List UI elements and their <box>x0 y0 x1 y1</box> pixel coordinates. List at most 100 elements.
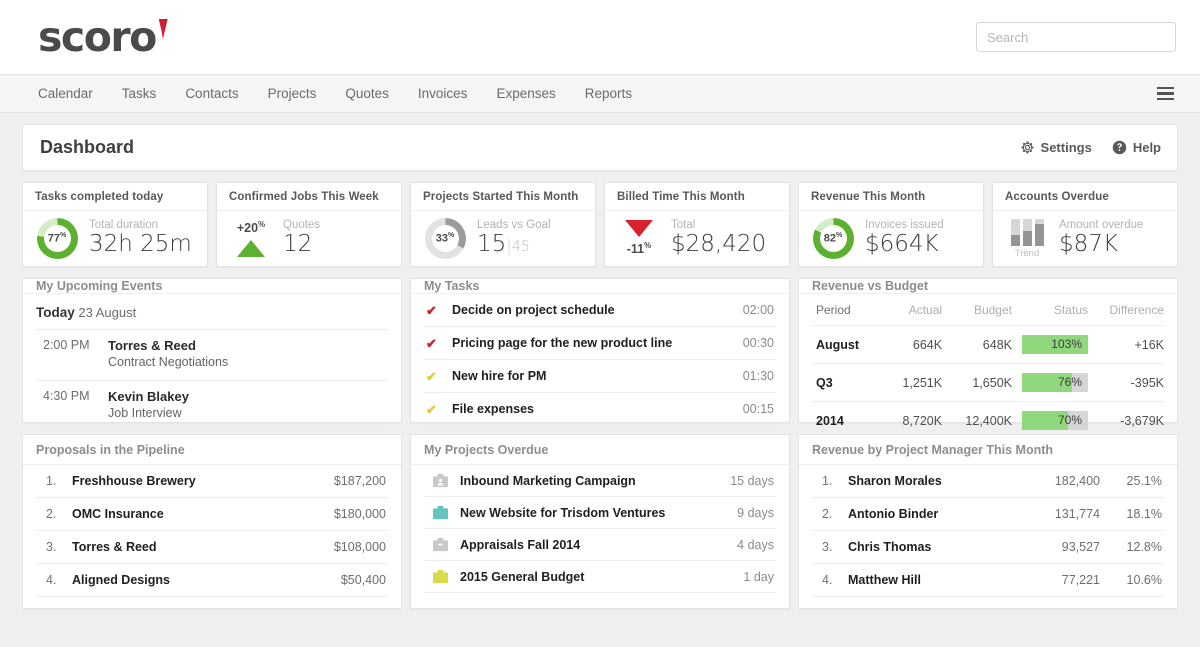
project-name: 2015 General Budget <box>460 570 743 584</box>
kpi-card-revenue-this-month[interactable]: Revenue This Month 82% Invoices issued $… <box>798 182 984 267</box>
nav-item-calendar[interactable]: Calendar <box>38 86 93 101</box>
panel-title: Revenue vs Budget <box>799 279 1177 294</box>
proposal-value: $180,000 <box>296 507 386 521</box>
list-item[interactable]: 3. Chris Thomas 93,527 12.8% <box>812 531 1164 564</box>
list-item[interactable]: Inbound Marketing Campaign 15 days <box>424 465 776 497</box>
logo-wordmark: scoro <box>38 17 156 58</box>
column-period: Period <box>812 294 883 326</box>
list-item[interactable]: 3. Torres & Reed $108,000 <box>36 531 388 564</box>
rank-number: 4. <box>38 573 72 587</box>
panel-upcoming-events: My Upcoming Events Today 23 August 2:00 … <box>22 278 402 423</box>
panel-projects-overdue: My Projects Overdue Inbound Marketing Ca… <box>410 434 790 609</box>
scoro-logo[interactable]: scoro <box>38 17 167 58</box>
nav-item-expenses[interactable]: Expenses <box>496 86 555 101</box>
help-circle-icon <box>1112 140 1127 155</box>
hamburger-menu-icon[interactable] <box>1153 83 1178 104</box>
task-title: New hire for PM <box>452 369 743 383</box>
cell-actual: 1,251K <box>883 364 942 402</box>
list-item[interactable]: 1. Sharon Morales 182,400 25.1% <box>812 465 1164 498</box>
project-overdue-days: 1 day <box>743 570 774 584</box>
list-item[interactable]: 2. Antonio Binder 131,774 18.1% <box>812 498 1164 531</box>
kpi-visual: +20% <box>229 220 273 256</box>
task-row[interactable]: ✔ Decide on project schedule 02:00 <box>424 294 776 327</box>
briefcase-icon <box>426 569 460 584</box>
task-duration: 00:30 <box>743 336 774 350</box>
help-button[interactable]: Help <box>1112 140 1161 155</box>
donut-percent: 33% <box>436 232 454 245</box>
nav-item-invoices[interactable]: Invoices <box>418 86 468 101</box>
proposal-name: Freshhouse Brewery <box>72 474 296 488</box>
project-overdue-days: 9 days <box>737 506 774 520</box>
list-item[interactable]: 4. Matthew Hill 77,221 10.6% <box>812 564 1164 597</box>
manager-revenue: 182,400 <box>1010 474 1100 488</box>
briefcase-person-icon <box>426 473 460 488</box>
kpi-title: Billed Time This Month <box>605 183 789 211</box>
revenue-budget-table: Period Actual Budget Status Difference A… <box>812 294 1164 440</box>
task-row[interactable]: ✔ Pricing page for the new product line … <box>424 327 776 360</box>
list-item[interactable]: Appraisals Fall 2014 4 days <box>424 529 776 561</box>
trend-up-icon <box>237 240 265 257</box>
event-item[interactable]: 2:00 PM Torres & Reed Contract Negotiati… <box>36 329 388 380</box>
rank-number: 1. <box>38 474 72 488</box>
nav-item-contacts[interactable]: Contacts <box>185 86 238 101</box>
nav-item-tasks[interactable]: Tasks <box>122 86 157 101</box>
table-row[interactable]: August 664K 648K 103% +16K <box>812 326 1164 364</box>
events-today-word: Today <box>36 305 75 320</box>
rank-number: 4. <box>814 573 848 587</box>
event-title: Torres & Reed <box>108 338 388 354</box>
kpi-visual: 82% <box>811 218 855 259</box>
check-icon: ✔ <box>426 403 452 416</box>
kpi-value-main: 15 <box>477 231 506 257</box>
table-row[interactable]: Q3 1,251K 1,650K 76% -395K <box>812 364 1164 402</box>
list-item[interactable]: 2015 General Budget 1 day <box>424 561 776 593</box>
cell-period: August <box>812 326 883 364</box>
header-actions: Settings Help <box>1020 140 1161 155</box>
kpi-label: Leads vs Goal <box>477 219 551 232</box>
event-item[interactable]: 4:30 PM Kevin Blakey Job Interview <box>36 380 388 431</box>
project-name: Inbound Marketing Campaign <box>460 474 730 488</box>
task-row[interactable]: ✔ New hire for PM 01:30 <box>424 360 776 393</box>
kpi-value: $664K <box>865 232 944 258</box>
help-label: Help <box>1133 140 1161 155</box>
panel-revenue-by-project-manager: Revenue by Project Manager This Month 1.… <box>798 434 1178 609</box>
donut-gauge: 77% <box>37 218 78 259</box>
settings-button[interactable]: Settings <box>1020 140 1092 155</box>
logo-tick-icon <box>157 19 167 39</box>
kpi-card-tasks-completed[interactable]: Tasks completed today 77% Total duration… <box>22 182 208 267</box>
status-progress-bar: 103% <box>1022 335 1088 354</box>
task-duration: 00:15 <box>743 402 774 416</box>
nav-item-reports[interactable]: Reports <box>585 86 632 101</box>
proposal-name: OMC Insurance <box>72 507 296 521</box>
event-title: Kevin Blakey <box>108 389 388 405</box>
search-input[interactable] <box>976 22 1176 52</box>
kpi-card-projects-started[interactable]: Projects Started This Month 33% Leads vs… <box>410 182 596 267</box>
kpi-value: 32h 25m <box>89 232 192 258</box>
event-subtitle: Contract Negotiations <box>108 354 388 370</box>
panel-row-bottom: Proposals in the Pipeline 1. Freshhouse … <box>22 434 1178 609</box>
nav-item-quotes[interactable]: Quotes <box>345 86 389 101</box>
list-item[interactable]: 4. Aligned Designs $50,400 <box>36 564 388 597</box>
kpi-card-confirmed-jobs[interactable]: Confirmed Jobs This Week +20% Quotes 12 <box>216 182 402 267</box>
panel-title: My Upcoming Events <box>23 279 401 294</box>
kpi-title: Revenue This Month <box>799 183 983 211</box>
status-progress-bar: 76% <box>1022 373 1088 392</box>
kpi-visual: 33% <box>423 218 467 259</box>
kpi-label: Total <box>671 219 766 232</box>
kpi-card-accounts-overdue[interactable]: Accounts Overdue Trend Amount overdue $8… <box>992 182 1178 267</box>
task-duration: 01:30 <box>743 369 774 383</box>
nav-item-projects[interactable]: Projects <box>268 86 317 101</box>
status-progress-bar: 70% <box>1022 411 1088 430</box>
donut-percent: 77% <box>48 232 66 245</box>
trend-down-icon <box>625 220 653 237</box>
donut-gauge: 33% <box>425 218 466 259</box>
status-value: 103% <box>1051 335 1082 354</box>
list-item[interactable]: 2. OMC Insurance $180,000 <box>36 498 388 531</box>
project-name: New Website for Trisdom Ventures <box>460 506 737 520</box>
kpi-card-billed-time[interactable]: Billed Time This Month -11% Total $28,42… <box>604 182 790 267</box>
list-item[interactable]: 1. Freshhouse Brewery $187,200 <box>36 465 388 498</box>
settings-label: Settings <box>1041 140 1092 155</box>
list-item[interactable]: New Website for Trisdom Ventures 9 days <box>424 497 776 529</box>
task-row[interactable]: ✔ File expenses 00:15 <box>424 393 776 426</box>
column-budget: Budget <box>942 294 1012 326</box>
briefcase-icon <box>426 505 460 520</box>
